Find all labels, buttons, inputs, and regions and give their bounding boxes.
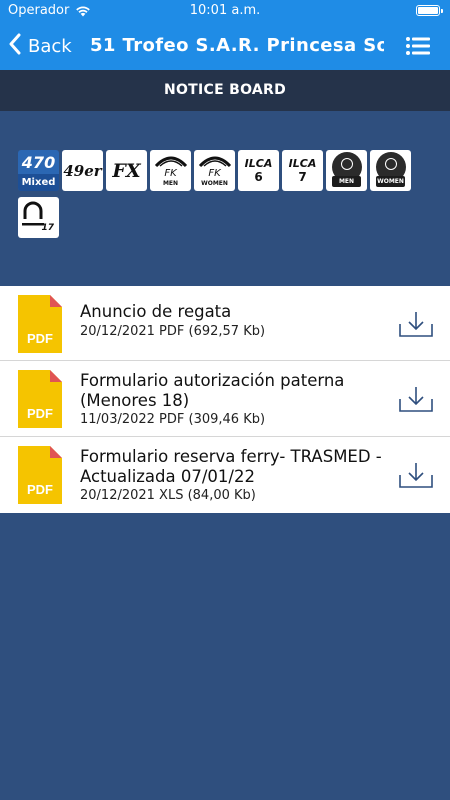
status-bar: Operador 10:01 a.m. xyxy=(0,0,450,22)
list-menu-icon[interactable] xyxy=(406,36,430,56)
document-row[interactable]: PDF Formulario autorización paterna (Men… xyxy=(0,361,450,437)
class-iqfoil-men-icon[interactable]: MEN xyxy=(326,150,367,191)
page-title: 51 Trofeo S.A.R. Princesa Sofía xyxy=(90,35,384,56)
notice-board-header: NOTICE BOARD xyxy=(0,70,450,111)
document-meta: 20/12/2021 XLS (84,00 Kb) xyxy=(80,488,256,503)
class-formula-kite-men-icon[interactable]: FK MEN xyxy=(150,150,191,191)
class-470-mixed-icon[interactable]: 470 Mixed xyxy=(18,150,59,191)
download-icon[interactable] xyxy=(398,461,434,489)
battery-icon xyxy=(416,5,443,16)
pdf-file-icon: PDF xyxy=(18,370,62,428)
class-formula-kite-women-icon[interactable]: FK WOMEN xyxy=(194,150,235,191)
class-filter-bar: 470 Mixed 49er FX FK MEN FK WOMEN ILCA 6… xyxy=(18,150,438,238)
class-49er-icon[interactable]: 49er xyxy=(62,150,103,191)
document-list: PDF Anuncio de regata 20/12/2021 PDF (69… xyxy=(0,286,450,513)
status-time: 10:01 a.m. xyxy=(189,3,261,18)
class-iqfoil-women-icon[interactable]: WOMEN xyxy=(370,150,411,191)
chevron-left-icon xyxy=(8,33,22,59)
download-icon[interactable] xyxy=(398,310,434,338)
navigation-bar: Back 51 Trofeo S.A.R. Princesa Sofía xyxy=(0,22,450,70)
pdf-file-icon: PDF xyxy=(18,295,62,353)
pdf-file-icon: PDF xyxy=(18,446,62,504)
back-button[interactable]: Back xyxy=(8,22,72,70)
class-fx-icon[interactable]: FX xyxy=(106,150,147,191)
back-label: Back xyxy=(28,35,72,57)
document-meta: 20/12/2021 PDF (692,57 Kb) xyxy=(80,324,266,339)
class-u17-icon[interactable]: 17 xyxy=(18,197,59,238)
document-title: Formulario reserva ferry- TRASMED - Actu… xyxy=(80,447,382,486)
document-title: Formulario autorización paterna (Menores… xyxy=(80,371,345,410)
download-icon[interactable] xyxy=(398,385,434,413)
class-ilca-7-icon[interactable]: ILCA 7 xyxy=(282,150,323,191)
class-ilca-6-icon[interactable]: ILCA 6 xyxy=(238,150,279,191)
document-title: Anuncio de regata xyxy=(80,302,232,321)
document-row[interactable]: PDF Formulario reserva ferry- TRASMED - … xyxy=(0,437,450,513)
document-meta: 11/03/2022 PDF (309,46 Kb) xyxy=(80,412,266,427)
document-row[interactable]: PDF Anuncio de regata 20/12/2021 PDF (69… xyxy=(0,286,450,361)
